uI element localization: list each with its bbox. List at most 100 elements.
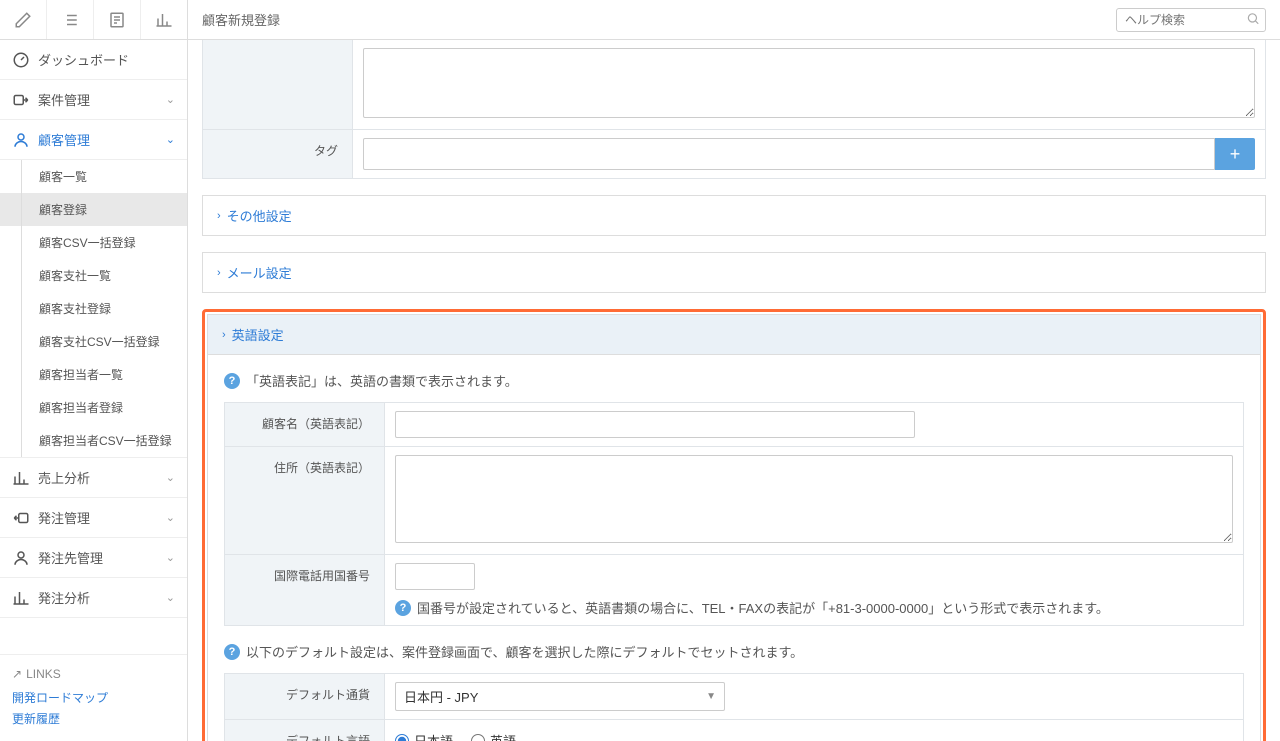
chevron-right-icon: › (217, 267, 221, 279)
arrow-out-icon (12, 509, 30, 527)
address-en-textarea[interactable] (395, 455, 1233, 543)
nav-order[interactable]: 発注管理 ⌄ (0, 498, 187, 538)
other-settings-title: その他設定 (227, 206, 292, 225)
document-icon[interactable] (94, 0, 141, 39)
default-language-radios: 日本語 英語 (395, 731, 1233, 741)
nav-label: 発注先管理 (38, 548, 166, 567)
user-icon (12, 131, 30, 149)
nav-dashboard[interactable]: ダッシュボード (0, 40, 187, 80)
help-icon[interactable]: ? (395, 600, 411, 616)
info-defaults: ? 以下のデフォルト設定は、案件登録画面で、顧客を選択した際にデフォルトでセット… (224, 642, 1244, 661)
subnav-contact-csv[interactable]: 顧客担当者CSV一括登録 (0, 424, 187, 457)
chevron-right-icon: › (222, 329, 226, 341)
default-currency-select[interactable]: 日本円 - JPY ▼ (395, 682, 725, 711)
caret-down-icon: ▼ (706, 691, 716, 702)
mail-settings-title: メール設定 (227, 263, 292, 282)
lang-ja-label: 日本語 (414, 731, 453, 741)
chevron-down-icon: ⌄ (166, 511, 175, 524)
subnav-customer-list[interactable]: 顧客一覧 (0, 160, 187, 193)
tag-input-wrap: + (363, 138, 1255, 170)
default-language-cell: 日本語 英語 (385, 720, 1244, 741)
main: 顧客新規登録 タグ (188, 0, 1280, 741)
help-search (1116, 8, 1266, 32)
nav-label: 案件管理 (38, 90, 166, 109)
help-icon[interactable]: ? (224, 644, 240, 660)
country-code-input[interactable] (395, 563, 475, 590)
lang-en-label: 英語 (490, 731, 516, 741)
lang-ja-radio-input[interactable] (395, 734, 409, 741)
nav-label: 発注管理 (38, 508, 166, 527)
english-settings-highlight: › 英語設定 ? 「英語表記」は、英語の書類で表示されます。 顧客名（英語表記） (202, 309, 1266, 741)
mail-settings-header[interactable]: › メール設定 (203, 253, 1265, 292)
links-header: ↗ LINKS (12, 667, 175, 681)
lang-en-radio[interactable]: 英語 (471, 731, 516, 741)
customer-name-en-input[interactable] (395, 411, 915, 438)
nav-order-analysis[interactable]: 発注分析 ⌄ (0, 578, 187, 618)
top-form-table: タグ + (202, 40, 1266, 179)
nav-customer[interactable]: 顧客管理 ⌄ (0, 120, 187, 160)
subnav-customer-csv[interactable]: 顧客CSV一括登録 (0, 226, 187, 259)
nav-label: 発注分析 (38, 588, 166, 607)
nav-project[interactable]: 案件管理 ⌄ (0, 80, 187, 120)
subnav-branch-csv[interactable]: 顧客支社CSV一括登録 (0, 325, 187, 358)
default-currency-cell: 日本円 - JPY ▼ (385, 674, 1244, 720)
prev-field-label-cell (203, 40, 353, 130)
nav-supplier[interactable]: 発注先管理 ⌄ (0, 538, 187, 578)
customer-name-en-label: 顧客名（英語表記） (225, 403, 385, 447)
subnav-contact-list[interactable]: 顧客担当者一覧 (0, 358, 187, 391)
english-form-table-2: デフォルト通貨 日本円 - JPY ▼ デフォルト言語 (224, 673, 1244, 741)
lang-en-radio-input[interactable] (471, 734, 485, 741)
english-settings-section: › 英語設定 ? 「英語表記」は、英語の書類で表示されます。 顧客名（英語表記） (207, 314, 1261, 741)
subnav-branch-list[interactable]: 顧客支社一覧 (0, 259, 187, 292)
help-search-input[interactable] (1116, 8, 1266, 32)
nav-label: ダッシュボード (38, 50, 175, 69)
english-settings-body: ? 「英語表記」は、英語の書類で表示されます。 顧客名（英語表記） (208, 355, 1260, 741)
default-currency-value: 日本円 - JPY (404, 687, 478, 706)
notes-textarea[interactable] (363, 48, 1255, 118)
address-en-cell (385, 447, 1244, 555)
external-link-icon: ↗ (12, 667, 22, 681)
sidebar-footer: ↗ LINKS 開発ロードマップ 更新履歴 (0, 654, 187, 741)
chart-icon (12, 469, 30, 487)
chart-icon[interactable] (141, 0, 187, 39)
other-settings-header[interactable]: › その他設定 (203, 196, 1265, 235)
chevron-down-icon: ⌄ (166, 471, 175, 484)
english-settings-title: 英語設定 (232, 325, 284, 344)
chevron-down-icon: ⌄ (166, 133, 175, 146)
english-settings-header[interactable]: › 英語設定 (208, 315, 1260, 355)
default-language-label: デフォルト言語 (225, 720, 385, 741)
mail-settings-section: › メール設定 (202, 252, 1266, 293)
links-header-text: LINKS (26, 667, 61, 681)
info-text-1: 「英語表記」は、英語の書類で表示されます。 (246, 371, 518, 390)
default-currency-label: デフォルト通貨 (225, 674, 385, 720)
subnav-branch-register[interactable]: 顧客支社登録 (0, 292, 187, 325)
country-code-hint-text: 国番号が設定されていると、英語書類の場合に、TEL・FAXの表記が「+81-3-… (417, 598, 1109, 617)
search-icon (1246, 11, 1260, 28)
arrow-right-icon (12, 91, 30, 109)
nav-label: 売上分析 (38, 468, 166, 487)
country-code-label: 国際電話用国番号 (225, 555, 385, 626)
tag-add-button[interactable]: + (1215, 138, 1255, 170)
link-changelog[interactable]: 更新履歴 (12, 708, 175, 729)
nav-sales-analysis[interactable]: 売上分析 ⌄ (0, 458, 187, 498)
customer-subnav: 顧客一覧 顧客登録 顧客CSV一括登録 顧客支社一覧 顧客支社登録 顧客支社CS… (0, 160, 187, 458)
page-title: 顧客新規登録 (202, 10, 1116, 29)
tag-input[interactable] (363, 138, 1215, 170)
country-code-cell: ? 国番号が設定されていると、英語書類の場合に、TEL・FAXの表記が「+81-… (385, 555, 1244, 626)
info-english-notation: ? 「英語表記」は、英語の書類で表示されます。 (224, 371, 1244, 390)
prev-field-input-cell (353, 40, 1266, 130)
pencil-icon[interactable] (0, 0, 47, 39)
english-form-table-1: 顧客名（英語表記） 住所（英語表記） (224, 402, 1244, 626)
chevron-down-icon: ⌄ (166, 551, 175, 564)
subnav-customer-register[interactable]: 顧客登録 (0, 193, 187, 226)
chevron-down-icon: ⌄ (166, 93, 175, 106)
link-roadmap[interactable]: 開発ロードマップ (12, 687, 175, 708)
chevron-down-icon: ⌄ (166, 591, 175, 604)
list-icon[interactable] (47, 0, 94, 39)
user-icon (12, 549, 30, 567)
help-icon[interactable]: ? (224, 373, 240, 389)
sidebar: ダッシュボード 案件管理 ⌄ 顧客管理 ⌄ 顧客一覧 顧客登録 顧客CSV一括登… (0, 0, 188, 741)
lang-ja-radio[interactable]: 日本語 (395, 731, 453, 741)
customer-name-en-cell (385, 403, 1244, 447)
subnav-contact-register[interactable]: 顧客担当者登録 (0, 391, 187, 424)
